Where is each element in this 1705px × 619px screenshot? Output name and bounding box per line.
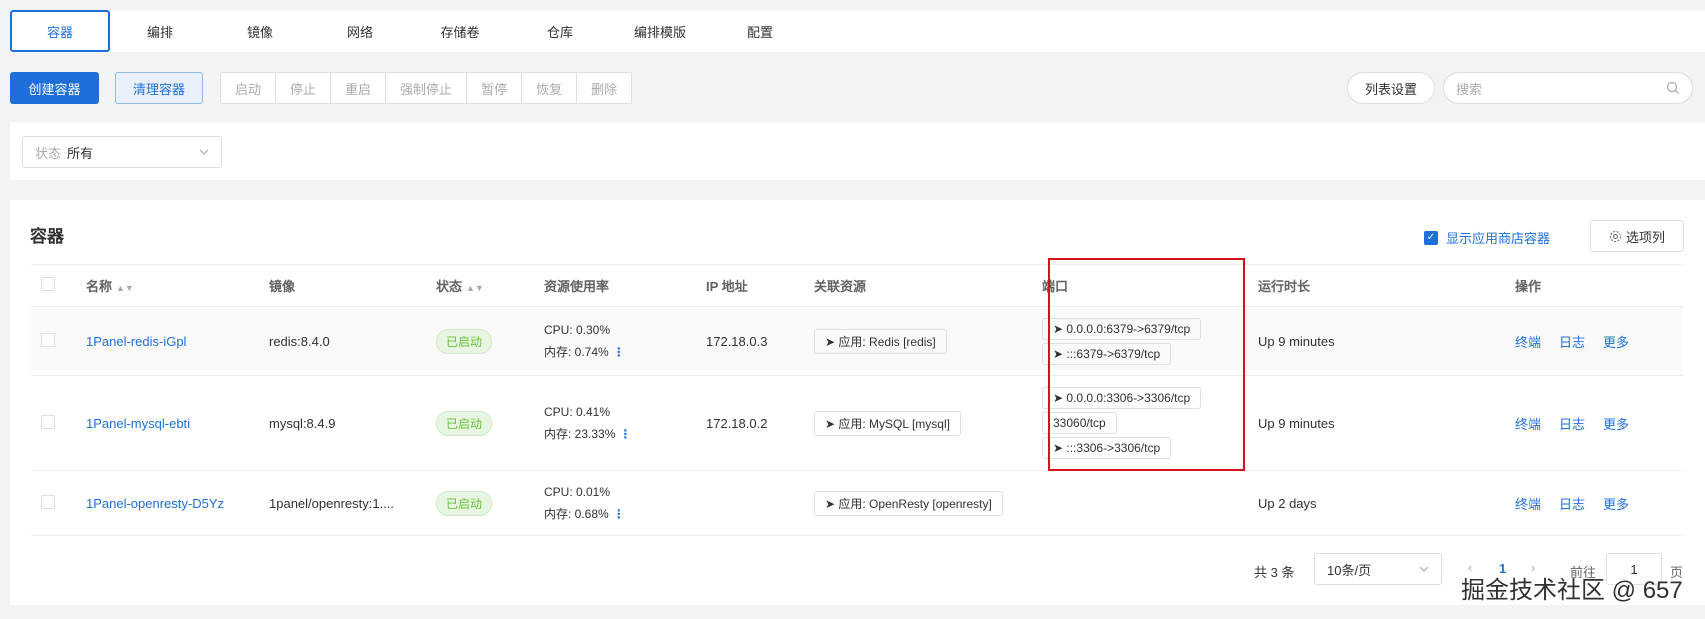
chevron-down-icon: [1419, 566, 1429, 572]
navigation-arrow-icon: ➤: [825, 334, 839, 349]
linked-resource-tag[interactable]: ➤ 应用: MySQL [mysql]: [814, 410, 961, 436]
uptime: Up 9 minutes: [1258, 375, 1515, 471]
uptime: Up 9 minutes: [1258, 306, 1515, 376]
more-vertical-icon[interactable]: ⋮: [613, 345, 625, 359]
mem-usage: 内存: 0.74%: [544, 345, 609, 359]
mem-usage: 内存: 23.33%: [544, 427, 616, 441]
top-tabs: 容器 编排 镜像 网络 存储卷 仓库 编排模版 配置: [10, 10, 1705, 52]
more-link[interactable]: 更多: [1603, 417, 1629, 432]
header-linked-resources: 关联资源: [814, 264, 1042, 307]
uptime: Up 2 days: [1258, 470, 1515, 536]
tab-images[interactable]: 镜像: [210, 10, 310, 52]
stop-button[interactable]: 停止: [276, 73, 332, 103]
ports-highlight-box: [1048, 258, 1245, 471]
gear-icon: [1609, 230, 1621, 242]
more-vertical-icon[interactable]: ⋮: [619, 427, 631, 441]
header-ip: IP 地址: [706, 264, 814, 307]
ip-address: 172.18.0.2: [706, 375, 814, 471]
terminal-link[interactable]: 终端: [1515, 417, 1541, 432]
tab-networks[interactable]: 网络: [310, 10, 410, 52]
restart-button[interactable]: 重启: [331, 73, 387, 103]
container-name-link[interactable]: 1Panel-openresty-D5Yz: [86, 470, 269, 536]
linked-resource-tag[interactable]: ➤ 应用: OpenResty [openresty]: [814, 490, 1003, 516]
container-name-link[interactable]: 1Panel-mysql-ebti: [86, 375, 269, 471]
header-resources: 资源使用率: [544, 264, 706, 307]
container-image: 1panel/openresty:1....: [269, 470, 436, 536]
show-store-containers-label: 显示应用商店容器: [1446, 231, 1551, 246]
containers-table: 名称 ▲▼ 镜像 状态 ▲▼ 资源使用率 IP 地址 关联资源 端口 运行时长 操作…: [31, 264, 1683, 536]
tab-containers[interactable]: 容器: [10, 10, 110, 52]
tab-repos[interactable]: 仓库: [510, 10, 610, 52]
more-link[interactable]: 更多: [1603, 335, 1629, 350]
header-status[interactable]: 状态: [436, 279, 462, 294]
table-row: 1Panel-openresty-D5Yz 1panel/openresty:1…: [31, 470, 1683, 536]
start-button[interactable]: 启动: [221, 73, 277, 103]
more-link[interactable]: 更多: [1603, 497, 1629, 512]
logs-link[interactable]: 日志: [1559, 497, 1585, 512]
container-image: mysql:8.4.9: [269, 375, 436, 471]
show-store-containers-checkbox[interactable]: ✓ 显示应用商店容器: [1424, 228, 1550, 247]
clean-containers-button[interactable]: 清理容器: [115, 72, 203, 104]
sort-icon[interactable]: ▲▼: [116, 283, 134, 293]
tab-volumes[interactable]: 存储卷: [410, 10, 510, 52]
ip-address: [706, 470, 814, 536]
status-badge: 已启动: [436, 328, 493, 354]
resume-button[interactable]: 恢复: [522, 73, 578, 103]
tab-compose[interactable]: 编排: [110, 10, 210, 52]
search-icon: [1666, 81, 1679, 94]
card-title: 容器: [30, 227, 64, 246]
status-badge: 已启动: [436, 410, 493, 436]
table-row: 1Panel-mysql-ebti mysql:8.4.9 已启动 CPU: 0…: [31, 375, 1683, 471]
select-all-checkbox[interactable]: [41, 277, 55, 291]
container-name-link[interactable]: 1Panel-redis-iGpl: [86, 306, 269, 376]
search-input[interactable]: 搜索: [1443, 72, 1693, 104]
chevron-down-icon: [199, 149, 209, 155]
cpu-usage: CPU: 0.41%: [544, 405, 611, 419]
table-row: 1Panel-redis-iGpl redis:8.4.0 已启动 CPU: 0…: [31, 306, 1683, 376]
filter-bar: 状态 所有: [10, 122, 1705, 180]
logs-link[interactable]: 日志: [1559, 417, 1585, 432]
delete-button[interactable]: 删除: [577, 73, 631, 103]
mem-usage: 内存: 0.68%: [544, 507, 609, 521]
logs-link[interactable]: 日志: [1559, 335, 1585, 350]
column-options-label: 选项列: [1625, 229, 1665, 245]
linked-resource-tag[interactable]: ➤ 应用: Redis [redis]: [814, 328, 947, 354]
action-button-group: 启动 停止 重启 强制停止 暂停 恢复 删除: [220, 72, 633, 104]
status-filter-select[interactable]: 状态 所有: [22, 136, 222, 168]
terminal-link[interactable]: 终端: [1515, 497, 1541, 512]
terminal-link[interactable]: 终端: [1515, 335, 1541, 350]
search-placeholder: 搜索: [1456, 81, 1483, 97]
row-checkbox[interactable]: [41, 494, 55, 509]
tab-config[interactable]: 配置: [710, 10, 810, 52]
create-container-button[interactable]: 创建容器: [10, 72, 99, 104]
force-stop-button[interactable]: 强制停止: [386, 73, 468, 103]
tab-compose-templates[interactable]: 编排模版: [610, 10, 710, 52]
pause-button[interactable]: 暂停: [467, 73, 523, 103]
container-image: redis:8.4.0: [269, 306, 436, 376]
header-name[interactable]: 名称: [86, 279, 112, 294]
watermark: 掘金技术社区 @ 657: [1461, 577, 1683, 604]
list-settings-button[interactable]: 列表设置: [1347, 72, 1435, 104]
page-size-select[interactable]: 10条/页: [1314, 553, 1442, 585]
sort-icon[interactable]: ▲▼: [466, 283, 484, 293]
row-checkbox[interactable]: [41, 332, 55, 347]
ip-address: 172.18.0.3: [706, 306, 814, 376]
checkbox-checked-icon: ✓: [1424, 230, 1438, 245]
status-filter-label: 状态: [35, 145, 62, 161]
header-image: 镜像: [269, 264, 436, 307]
status-filter-value: 所有: [67, 145, 94, 161]
page-size-value: 10条/页: [1327, 562, 1372, 578]
total-count: 共 3 条: [1254, 565, 1295, 580]
cpu-usage: CPU: 0.30%: [544, 323, 611, 337]
navigation-arrow-icon: ➤: [825, 496, 839, 511]
navigation-arrow-icon: ➤: [825, 416, 839, 431]
column-options-button[interactable]: 选项列: [1590, 220, 1684, 252]
more-vertical-icon[interactable]: ⋮: [613, 507, 625, 521]
row-checkbox[interactable]: [41, 414, 55, 429]
status-badge: 已启动: [436, 490, 493, 516]
cpu-usage: CPU: 0.01%: [544, 485, 611, 499]
containers-card: 容器 ✓ 显示应用商店容器 选项列 名称 ▲▼ 镜像 状态 ▲▼ 资源使用率 IP …: [10, 200, 1705, 605]
header-actions: 操作: [1515, 264, 1683, 307]
header-uptime: 运行时长: [1258, 264, 1515, 307]
